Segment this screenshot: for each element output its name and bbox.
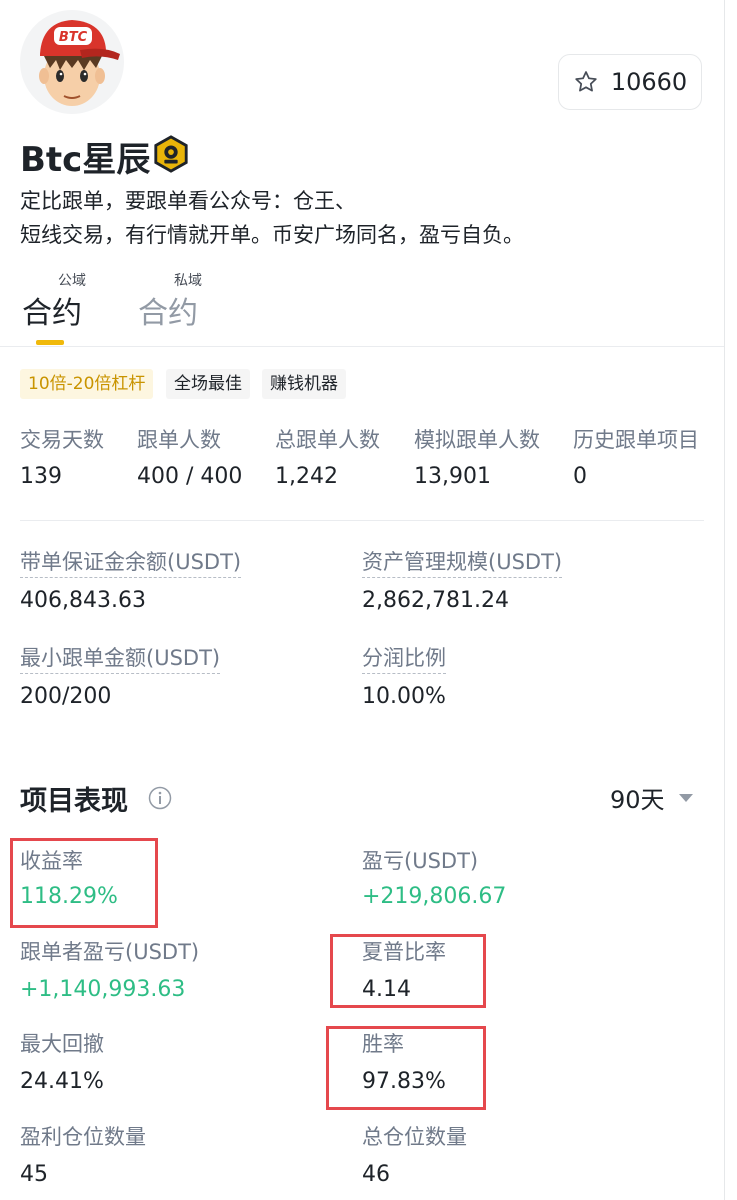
max-drawdown-value: 24.41% — [20, 1069, 104, 1094]
tab-public-superscript: 公域 — [58, 273, 86, 289]
tab-private-label: 合约 — [138, 296, 198, 331]
highlight-box-win-rate — [326, 1026, 486, 1110]
lead-margin-balance-value: 406,843.63 — [20, 588, 146, 613]
min-copy-amount-label[interactable]: 最小跟单金额(USDT) — [20, 642, 221, 674]
stat-value-copiers: 400 / 400 — [137, 464, 243, 489]
stat-value-total-copiers: 1,242 — [275, 464, 338, 489]
aum-label[interactable]: 资产管理规模(USDT) — [362, 546, 563, 578]
stat-value-history-projects: 0 — [573, 464, 587, 489]
trader-name: Btc星辰 — [20, 140, 151, 180]
tabs-divider — [0, 346, 724, 347]
tag-money-machine: 赚钱机器 — [262, 369, 346, 399]
follow-button[interactable]: 10660 — [558, 54, 702, 110]
lead-margin-balance-label[interactable]: 带单保证金余额(USDT) — [20, 546, 242, 578]
info-icon[interactable] — [148, 786, 172, 810]
profitable-positions-label: 盈利仓位数量 — [20, 1125, 146, 1149]
tag-leverage: 10倍-20倍杠杆 — [20, 369, 154, 399]
tab-public-label: 合约 — [22, 296, 82, 331]
stat-label-history-projects[interactable]: 历史跟单项目 — [573, 424, 699, 454]
copier-pnl-label: 跟单者盈亏(USDT) — [20, 940, 200, 964]
tab-private-superscript: 私域 — [174, 273, 202, 289]
highlight-box-roi — [10, 838, 158, 928]
active-tab-indicator — [36, 340, 64, 345]
aum-value: 2,862,781.24 — [362, 588, 509, 613]
copier-pnl-value: +1,140,993.63 — [20, 977, 186, 1002]
stat-value-trading-days: 139 — [20, 464, 62, 489]
max-drawdown-label: 最大回撤 — [20, 1032, 104, 1056]
stat-value-mock-copiers: 13,901 — [414, 464, 491, 489]
profitable-positions-value: 45 — [20, 1162, 48, 1187]
highlight-box-sharpe — [330, 934, 486, 1008]
stat-label-copiers: 跟单人数 — [137, 428, 221, 452]
profit-share-label[interactable]: 分润比例 — [362, 642, 446, 674]
avatar[interactable]: BTC — [20, 10, 124, 114]
stats-divider — [20, 520, 704, 521]
verified-badge-icon — [154, 135, 188, 173]
caret-down-icon — [678, 793, 693, 802]
pnl-label: 盈亏(USDT) — [362, 849, 479, 873]
star-icon — [575, 71, 597, 92]
tag-best-overall: 全场最佳 — [166, 369, 250, 399]
total-positions-label: 总仓位数量 — [362, 1125, 467, 1149]
stat-label-total-copiers: 总跟单人数 — [275, 428, 380, 452]
page-right-border — [724, 0, 725, 1200]
follow-count: 10660 — [610, 68, 688, 96]
period-dropdown[interactable]: 90天 — [610, 780, 693, 815]
profit-share-value: 10.00% — [362, 684, 446, 709]
stat-label-trading-days: 交易天数 — [20, 428, 104, 452]
total-positions-value: 46 — [362, 1162, 390, 1187]
trader-bio-line-1: 定比跟单，要跟单看公众号：仓王、 — [20, 189, 356, 213]
trader-bio-line-2: 短线交易，有行情就开单。币安广场同名，盈亏自负。 — [20, 223, 524, 247]
performance-title: 项目表现 — [20, 786, 128, 817]
pnl-value: +219,806.67 — [362, 884, 507, 909]
period-selected-value: 90天 — [610, 786, 665, 814]
stat-label-mock-copiers: 模拟跟单人数 — [414, 428, 540, 452]
avatar-cap-text: BTC — [59, 30, 88, 45]
min-copy-amount-value: 200/200 — [20, 684, 112, 709]
